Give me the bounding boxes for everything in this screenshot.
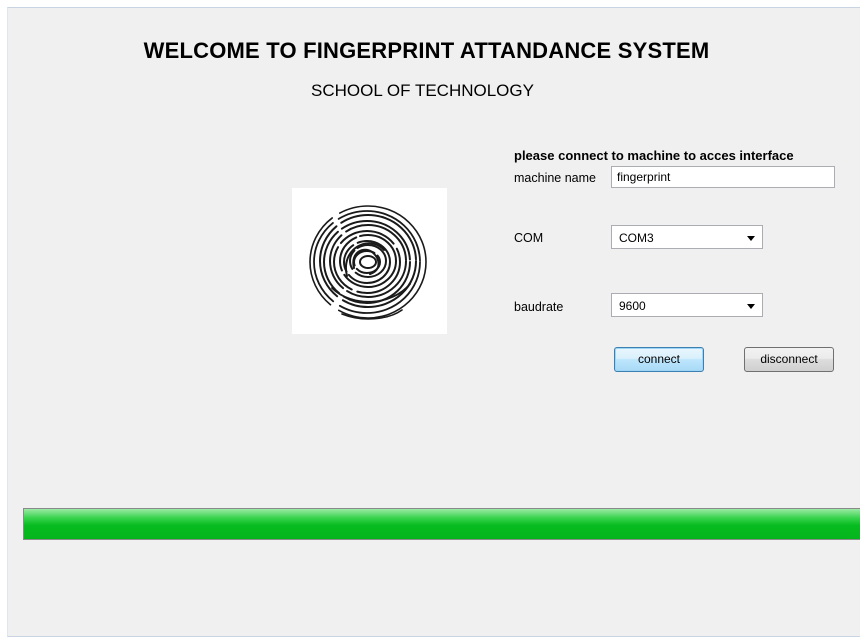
baudrate-select-value: 9600	[619, 299, 646, 313]
connect-prompt: please connect to machine to acces inter…	[514, 148, 794, 163]
baudrate-label: baudrate	[514, 300, 564, 314]
baudrate-select[interactable]: 9600	[611, 293, 763, 317]
fingerprint-image	[292, 188, 447, 334]
connect-button[interactable]: connect	[614, 347, 704, 372]
machine-name-input[interactable]: fingerprint	[611, 166, 835, 188]
com-select-value: COM3	[619, 231, 654, 245]
fingerprint-icon	[309, 205, 427, 320]
progress-bar-fill	[24, 509, 860, 539]
com-select[interactable]: COM3	[611, 225, 763, 249]
disconnect-button[interactable]: disconnect	[744, 347, 834, 372]
machine-name-label: machine name	[514, 171, 596, 185]
progress-bar	[23, 508, 860, 540]
chevron-down-icon	[747, 236, 755, 241]
page-subtitle: SCHOOL OF TECHNOLOGY	[311, 81, 534, 100]
page-title: WELCOME TO FINGERPRINT ATTANDANCE SYSTEM	[143, 38, 710, 63]
chevron-down-icon	[747, 304, 755, 309]
com-label: COM	[514, 231, 544, 245]
main-window: WELCOME TO FINGERPRINT ATTANDANCE SYSTEM…	[7, 7, 860, 637]
